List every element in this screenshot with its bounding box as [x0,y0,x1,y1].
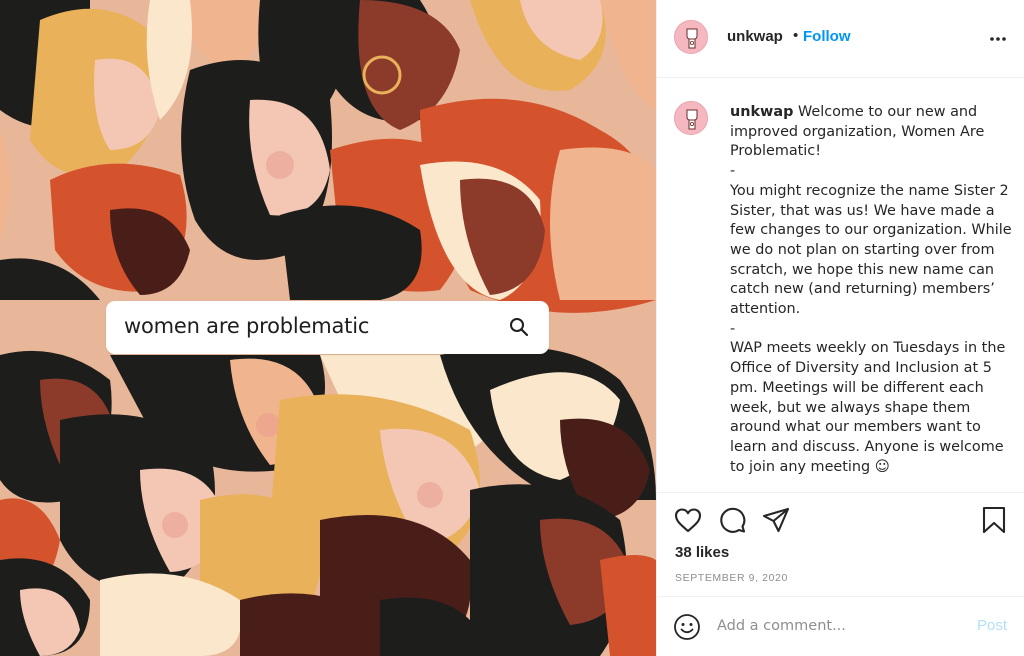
username[interactable]: unkwap [727,28,783,45]
search-bar-text: women are problematic [124,314,370,338]
search-bar-graphic: women are problematic [106,301,549,354]
post-image: women are problematic [0,0,656,656]
fist-logo-icon [675,21,707,53]
share-icon[interactable] [761,505,791,535]
bookmark-icon[interactable] [979,505,1009,535]
comment-icon[interactable] [717,505,747,535]
likes-count[interactable]: 38 likes [675,544,729,561]
caption-line: WAP meets weekly on Tuesdays in the Offi… [730,340,1006,475]
post-date: SEPTEMBER 9, 2020 [675,572,788,584]
post-comment-button[interactable]: Post [977,617,1007,634]
post-actions: 38 likes SEPTEMBER 9, 2020 [657,492,1024,596]
avatar[interactable] [674,20,708,54]
caption-section: unkwap Welcome to our new and improved o… [657,78,1024,492]
comment-input[interactable] [717,614,957,638]
caption-avatar[interactable] [674,101,708,135]
caption-username[interactable]: unkwap [730,104,793,120]
separator-dot: • [793,27,799,44]
heart-icon[interactable] [673,505,703,535]
fist-logo-icon [675,102,707,134]
more-options-icon[interactable] [989,30,1007,48]
search-icon [510,318,529,337]
post-side-panel: unkwap • Follow unkwap Welcome to our ne… [656,0,1024,656]
caption-line: - [730,320,736,337]
emoji-icon[interactable] [673,613,701,641]
follow-button[interactable]: Follow [803,28,851,45]
caption-paragraph-1: unkwap Welcome to our new and improved o… [730,103,1015,162]
caption-line: You might recognize the name Sister 2 Si… [730,182,1012,318]
caption-line: - [730,163,736,180]
comment-bar: Post [657,596,1024,656]
post-header: unkwap • Follow [657,0,1024,78]
caption-text: unkwap Welcome to our new and improved o… [730,103,1015,477]
